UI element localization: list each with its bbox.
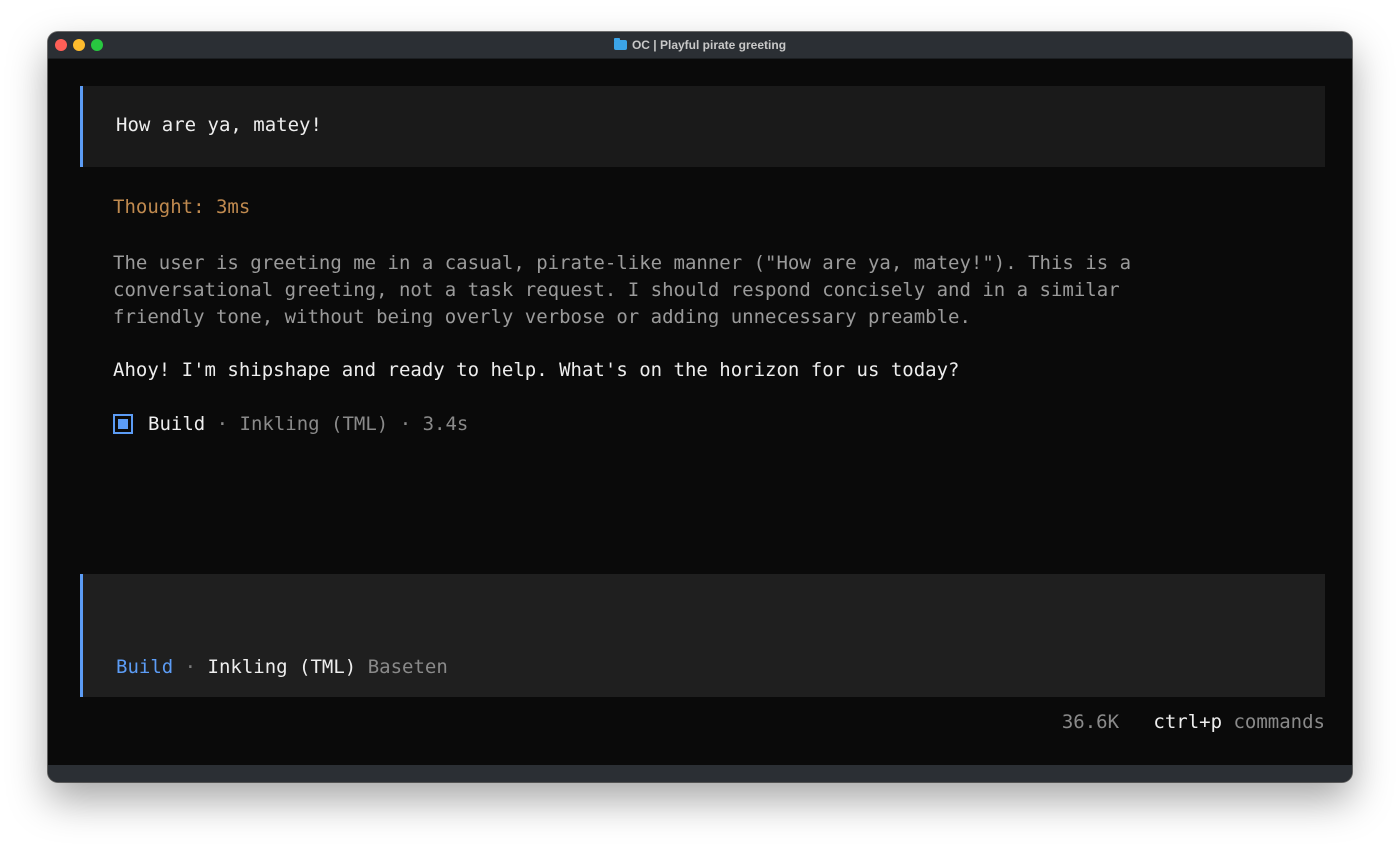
prompt-input[interactable] [116, 584, 1300, 648]
reasoning-line: The user is greeting me in a casual, pir… [113, 252, 1132, 274]
reasoning-line: friendly tone, without being overly verb… [113, 306, 971, 328]
window-title-area: OC | Playful pirate greeting [48, 32, 1352, 58]
status-separator: · [388, 413, 423, 435]
status-duration: 3.4s [422, 413, 469, 435]
terminal-window: OC | Playful pirate greeting How are ya,… [48, 32, 1352, 782]
assistant-reply: Ahoy! I'm shipshape and ready to help. W… [113, 359, 960, 381]
title-bar: OC | Playful pirate greeting [48, 32, 1352, 59]
window-title: OC | Playful pirate greeting [631, 38, 787, 52]
status-agent: Build [148, 413, 206, 435]
model-name[interactable]: Inkling (TML) [208, 656, 357, 678]
status-separator: · [205, 413, 240, 435]
thought-duration: Thought: 3ms [113, 196, 251, 218]
folder-icon [613, 38, 627, 50]
agent-mode[interactable]: Build [116, 656, 173, 678]
user-message: How are ya, matey! [80, 86, 1325, 167]
input-meta: Build · Inkling (TML) Baseten [116, 656, 448, 678]
footer-bar: 36.6K ctrl+p commands [1062, 711, 1325, 733]
response-status: Build · Inkling (TML) · 3.4s [113, 413, 468, 435]
conversation-area: How are ya, matey! Thought: 3ms The user… [48, 59, 1352, 765]
provider-name: Baseten [367, 656, 448, 678]
reasoning-line: conversational greeting, not a task requ… [113, 279, 1120, 301]
window-bottom-bar [48, 765, 1352, 782]
reasoning-text: The user is greeting me in a casual, pir… [113, 250, 1263, 331]
command-shortcut-label: commands [1233, 711, 1325, 733]
prompt-input-box[interactable]: Build · Inkling (TML) Baseten [80, 574, 1325, 697]
command-shortcut[interactable]: ctrl+p [1153, 711, 1222, 733]
status-model: Inkling (TML) [239, 413, 389, 435]
user-message-text: How are ya, matey! [116, 114, 322, 136]
meta-separator: · [173, 656, 208, 678]
stop-icon[interactable] [113, 414, 133, 434]
token-count: 36.6K [1061, 711, 1120, 733]
